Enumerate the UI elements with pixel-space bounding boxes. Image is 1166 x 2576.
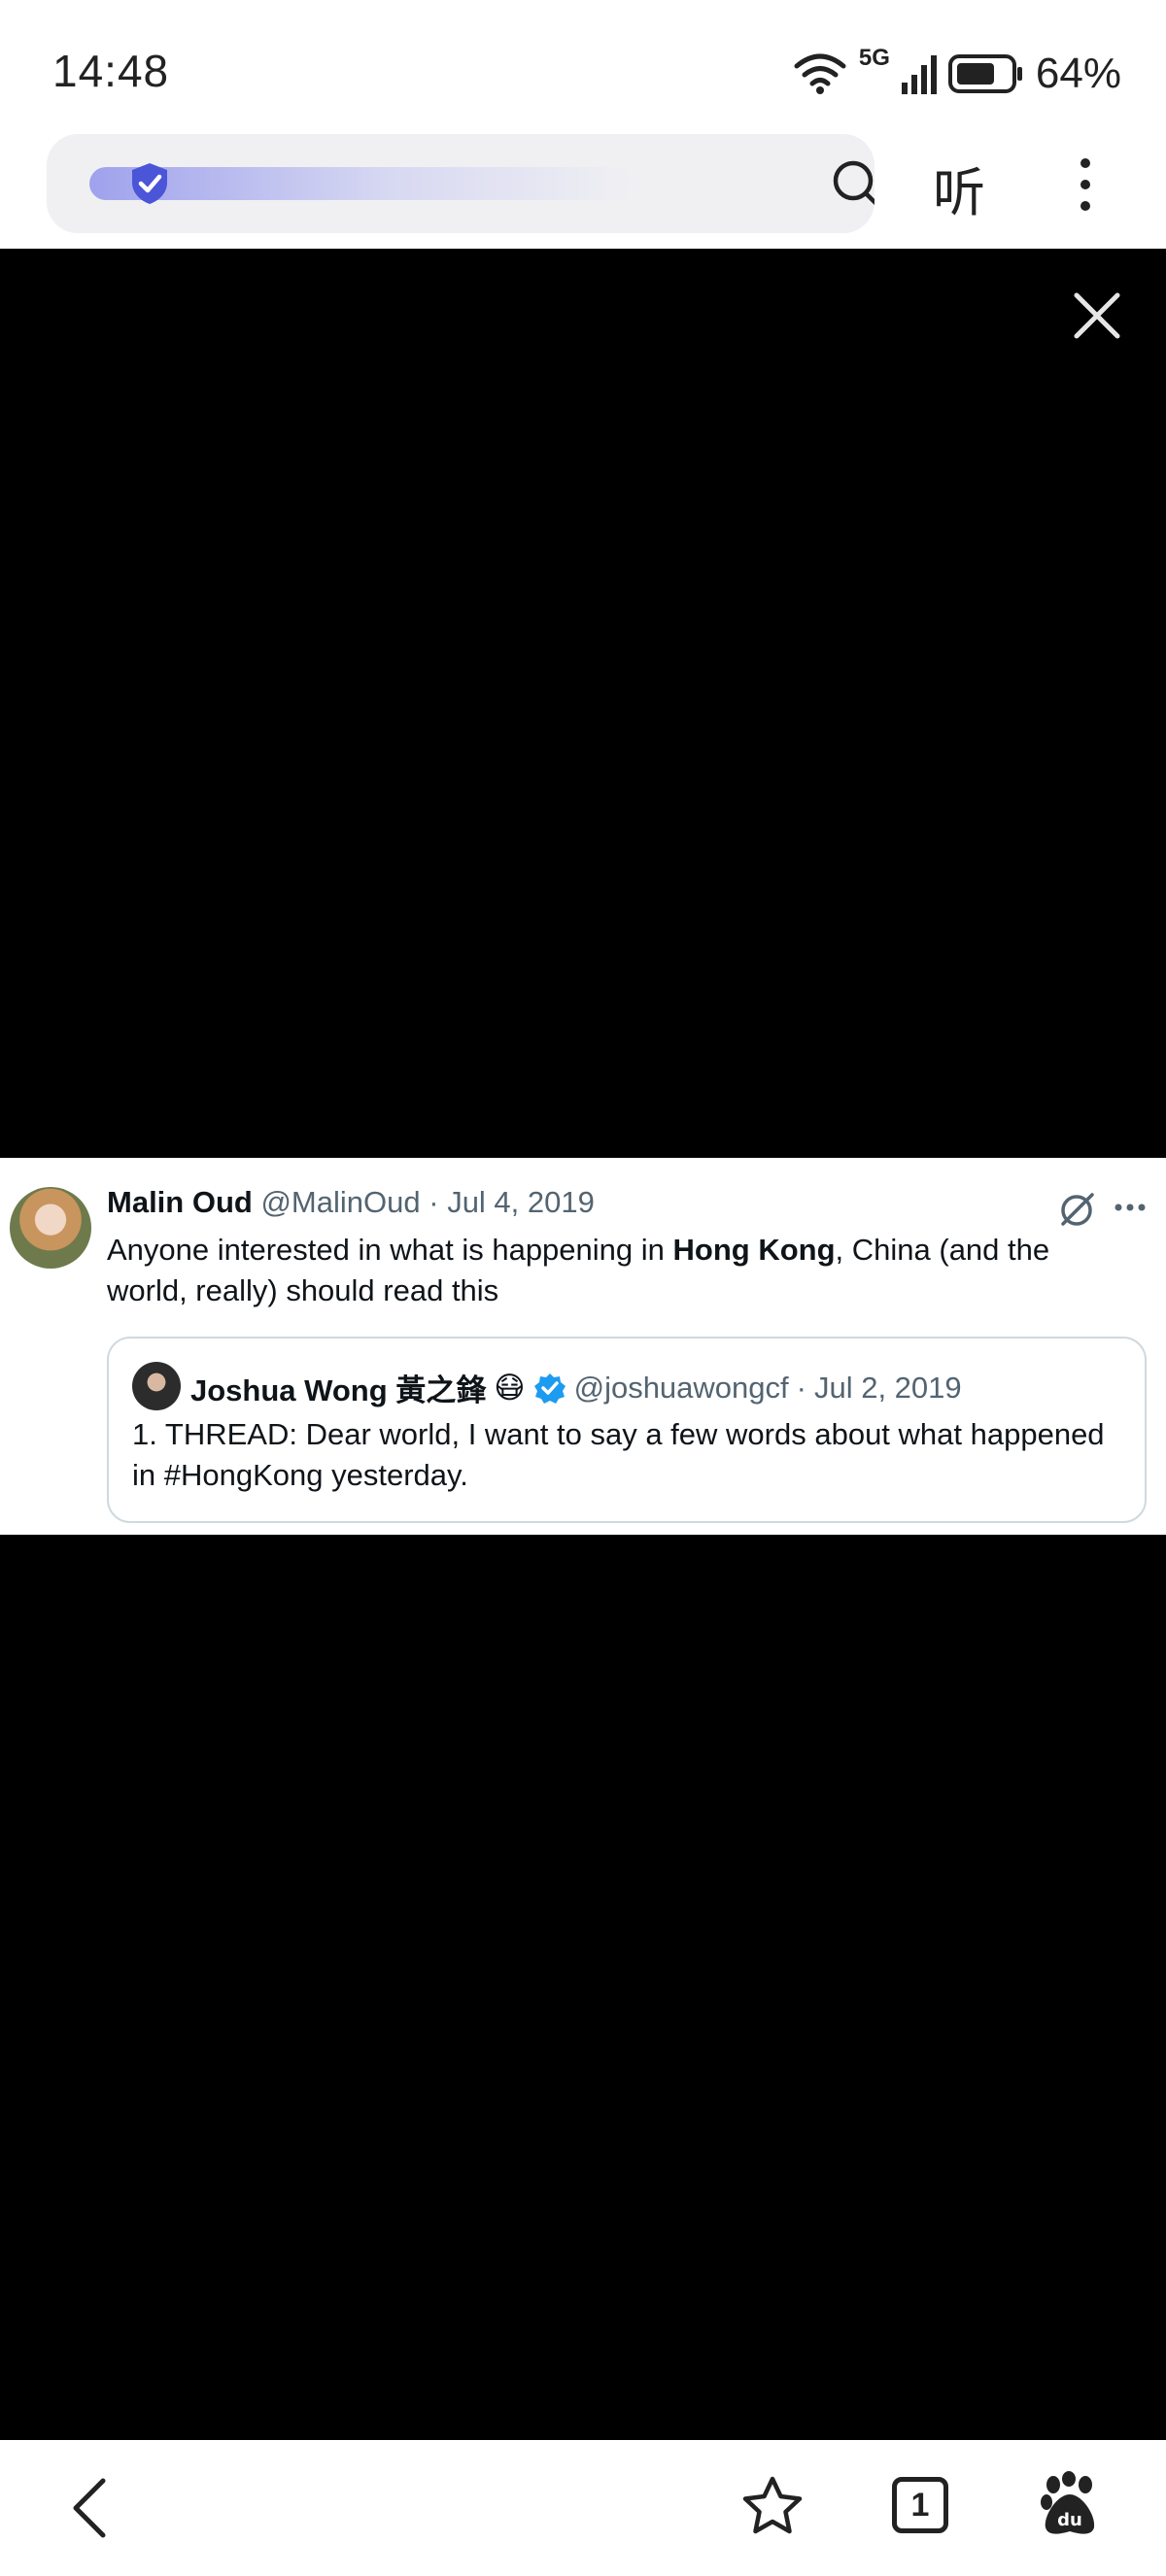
tab-count: 1 <box>910 2486 930 2524</box>
tweet-header: Malin Oud @MalinOud · Jul 4, 2019 <box>107 1185 595 1220</box>
status-time: 14:48 <box>52 46 170 96</box>
wifi-icon <box>794 53 846 94</box>
page-load-progress <box>89 167 634 200</box>
network-type: 5G <box>858 45 890 71</box>
battery-icon <box>947 54 1022 93</box>
status-bar: 14:48 5G 64% <box>0 0 1166 134</box>
listen-button[interactable]: 听 <box>933 150 985 226</box>
author-name[interactable]: Malin Oud <box>107 1185 253 1219</box>
avatar[interactable] <box>10 1187 91 1269</box>
quoted-author-name[interactable]: Joshua Wong 黃之鋒 <box>190 1366 486 1409</box>
tweet-text-bold: Hong Kong <box>672 1233 836 1267</box>
verified-badge-icon <box>533 1373 566 1404</box>
tweet-text-part: Anyone interested in what is happening i… <box>107 1233 673 1267</box>
quoted-tweet-text: 1. THREAD: Dear world, I want to say a f… <box>132 1417 1105 1492</box>
back-arrow-icon[interactable] <box>68 2477 111 2539</box>
separator: · <box>796 1370 806 1405</box>
quoted-author-handle[interactable]: @joshuawongcf <box>574 1371 789 1406</box>
tabs-icon[interactable]: 1 <box>892 2477 948 2533</box>
tweet-text: Anyone interested in what is happening i… <box>107 1230 1117 1311</box>
battery-percent: 64% <box>1035 50 1121 97</box>
signal-icon <box>901 55 937 94</box>
close-icon[interactable] <box>1073 291 1121 340</box>
tweet-date[interactable]: Jul 4, 2019 <box>447 1185 595 1219</box>
browser-toolbar: 听 <box>0 134 1166 249</box>
svg-text:du: du <box>1057 2510 1082 2530</box>
quoted-tweet[interactable]: Joshua Wong 黃之鋒 😷 @joshuawongcf · Jul 2,… <box>107 1337 1147 1523</box>
bottom-navigation: 1 du <box>0 2440 1166 2576</box>
shield-check-icon <box>132 163 167 204</box>
avatar[interactable] <box>132 1362 181 1410</box>
search-icon[interactable] <box>832 159 874 210</box>
more-vertical-icon[interactable] <box>1069 155 1102 214</box>
video-overlay-top <box>0 249 1166 1158</box>
address-bar[interactable] <box>47 134 874 233</box>
more-horizontal-icon[interactable] <box>1114 1203 1147 1212</box>
author-handle[interactable]: @MalinOud <box>260 1185 420 1219</box>
status-icons: 5G 64% <box>793 45 1121 103</box>
separator: · <box>429 1185 439 1219</box>
grok-icon[interactable] <box>1057 1191 1096 1230</box>
video-overlay-bottom <box>0 1535 1166 2440</box>
quoted-tweet-header: Joshua Wong 黃之鋒 😷 @joshuawongcf · Jul 2,… <box>190 1366 962 1409</box>
star-icon[interactable] <box>740 2475 805 2537</box>
mask-emoji: 😷 <box>494 1370 526 1405</box>
tweet-card[interactable]: Malin Oud @MalinOud · Jul 4, 2019 Anyone… <box>0 1158 1166 1535</box>
quoted-tweet-date[interactable]: Jul 2, 2019 <box>814 1371 962 1406</box>
baidu-paw-icon[interactable]: du <box>1040 2471 1100 2537</box>
